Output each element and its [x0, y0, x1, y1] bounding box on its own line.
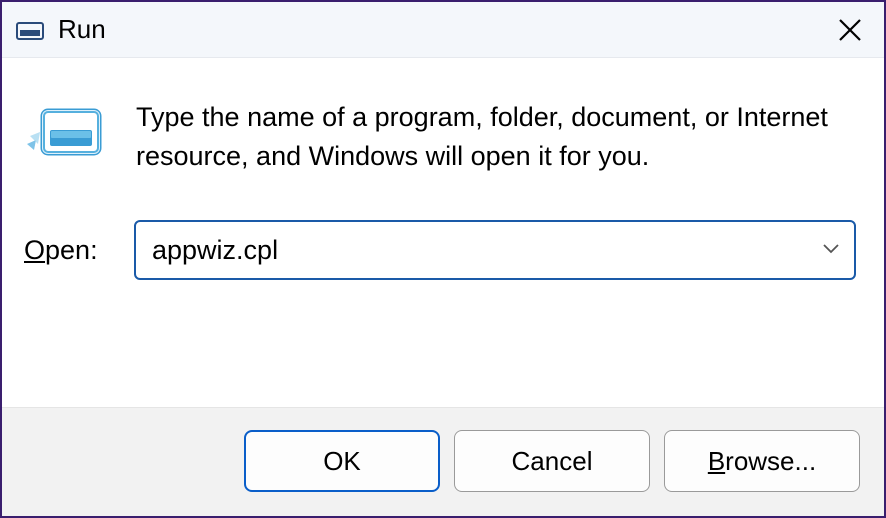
dialog-footer: OK Cancel Browse...	[2, 407, 884, 516]
titlebar: Run	[2, 2, 884, 58]
run-dialog-window: Run Type the name of a program,	[0, 0, 886, 518]
dialog-content: Type the name of a program, folder, docu…	[2, 58, 884, 407]
close-icon	[837, 17, 863, 43]
window-title: Run	[58, 14, 830, 45]
info-text: Type the name of a program, folder, docu…	[136, 96, 856, 176]
browse-button[interactable]: Browse...	[664, 430, 860, 492]
open-combobox[interactable]	[134, 220, 856, 280]
info-row: Type the name of a program, folder, docu…	[24, 96, 856, 176]
run-titlebar-icon	[16, 19, 44, 41]
run-app-icon	[24, 100, 106, 164]
open-input-row: Open:	[24, 220, 856, 280]
close-button[interactable]	[830, 10, 870, 50]
open-combobox-wrapper	[134, 220, 856, 280]
open-label: Open:	[24, 235, 114, 266]
cancel-button[interactable]: Cancel	[454, 430, 650, 492]
ok-button[interactable]: OK	[244, 430, 440, 492]
